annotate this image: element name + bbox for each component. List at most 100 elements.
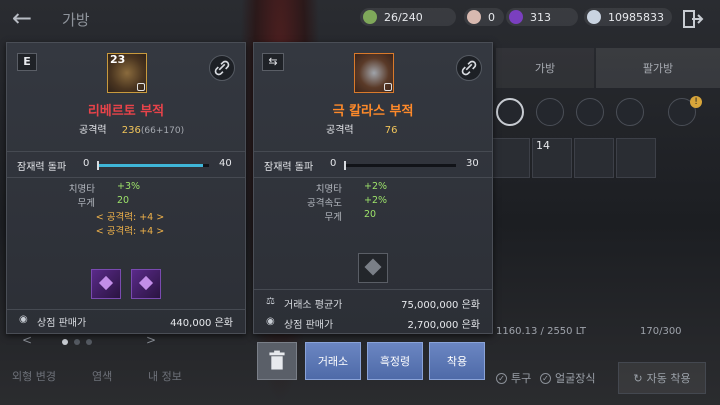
silver-counter: 10985833 <box>584 8 672 26</box>
silver-coin-icon <box>587 10 601 24</box>
empty-socket[interactable] <box>358 253 388 283</box>
equipped-item-card: E 23 리베르토 부적 공격력 236(66+170) 잠재력 돌파 0 40… <box>6 42 246 334</box>
equip-button[interactable]: 착용 <box>429 342 485 380</box>
option-value: +2% <box>364 195 388 206</box>
shop-price-label: 상점 판매가 <box>284 320 334 331</box>
chevron-right-icon[interactable]: > <box>146 333 156 347</box>
crystal-gem-icon[interactable] <box>131 269 161 299</box>
stat-value: 76 <box>384 125 398 136</box>
face-deco-toggle[interactable]: ✓ 얼굴장식 <box>540 370 595 386</box>
market-button[interactable]: 거래소 <box>305 342 361 380</box>
purple-gem-icon <box>509 10 523 24</box>
notification-badge: ! <box>690 96 702 108</box>
divider <box>254 289 492 290</box>
inventory-slot[interactable] <box>490 138 530 178</box>
crystal-sockets <box>91 269 161 299</box>
shop-price-row: ◉ 상점 판매가 2,700,000 은화 <box>254 313 492 333</box>
option-row: 치명타 +2% <box>254 181 492 195</box>
helmet-toggle[interactable]: ✓ 투구 <box>496 370 531 386</box>
potential-breakthrough: 잠재력 돌파 0 30 <box>254 155 492 177</box>
potential-breakthrough: 잠재력 돌파 0 40 <box>7 155 245 177</box>
gem-count-text: 313 <box>530 10 551 24</box>
divider <box>7 177 245 178</box>
potential-min: 0 <box>330 158 337 169</box>
link-icon[interactable] <box>209 55 235 81</box>
shop-price-value: 2,700,000 은화 <box>407 320 480 331</box>
option-value: +2% <box>364 181 388 192</box>
option-row: 공격속도 +2% <box>254 195 492 209</box>
set-effect: < 공격력: +4 > <box>95 226 165 237</box>
inventory-slot[interactable] <box>616 138 656 178</box>
item-name: 극 칼라스 부적 <box>332 104 414 119</box>
my-info-button[interactable]: 내 정보 <box>148 368 182 384</box>
talisman-item-icon <box>354 53 394 93</box>
option-value: 20 <box>117 195 130 206</box>
item-action-bar: 거래소 흑정령 착용 <box>253 338 493 384</box>
auto-equip-button[interactable]: ↻ 자동 착용 <box>618 362 706 394</box>
attack-stat: 공격력 236(66+170) <box>79 121 184 136</box>
market-avg-value: 75,000,000 은화 <box>401 300 480 311</box>
inventory-slot[interactable]: 14 <box>532 138 572 178</box>
market-price-row: ⚖ 거래소 평균가 75,000,000 은화 <box>254 293 492 313</box>
pearl-count-text: 0 <box>488 10 495 24</box>
inventory-slot[interactable] <box>574 138 614 178</box>
ring-filter-icon[interactable] <box>576 98 604 126</box>
option-row: 무게 20 <box>254 209 492 223</box>
trash-icon[interactable] <box>257 342 297 380</box>
bottom-right-controls: ✓ 투구 ✓ 얼굴장식 ↻ 자동 착용 <box>496 362 720 396</box>
appearance-button[interactable]: 외형 변경 <box>12 368 56 384</box>
option-key: 무게 <box>77 198 95 209</box>
potential-max: 40 <box>219 158 232 169</box>
black-spirit-button[interactable]: 흑정령 <box>367 342 423 380</box>
potential-min: 0 <box>83 158 90 169</box>
slot-count: 14 <box>536 139 550 152</box>
enhance-level: 23 <box>110 53 126 66</box>
crystal-gem-icon[interactable] <box>91 269 121 299</box>
item-options: 치명타 +3% 무게 20 < 공격력: +4 > < 공격력: +4 > <box>7 181 245 237</box>
dye-button[interactable]: 염색 <box>92 368 112 384</box>
money-bag-icon: ◉ <box>266 316 275 327</box>
pearl-counter: 0 <box>464 8 504 26</box>
option-key: 무게 <box>324 212 342 223</box>
shop-price-row: ◉ 상점 판매가 440,000 은화 <box>7 311 245 331</box>
potential-label: 잠재력 돌파 <box>264 162 314 173</box>
option-key: 공격속도 <box>307 198 342 209</box>
armor-filter-icon[interactable] <box>536 98 564 126</box>
gem-counter: 313 <box>506 8 578 26</box>
page-title: 가방 <box>62 11 90 29</box>
option-key: 치명타 <box>315 184 342 195</box>
silver-count-text: 10985833 <box>608 10 664 24</box>
lock-icon <box>137 83 145 91</box>
exit-icon[interactable] <box>682 8 704 30</box>
chevron-left-icon[interactable]: < <box>22 333 32 347</box>
slot-count-text: 26/240 <box>384 10 423 24</box>
set-effect: < 공격력: +4 > <box>95 212 165 223</box>
divider <box>7 309 245 310</box>
back-arrow-icon[interactable]: ← <box>12 4 32 32</box>
market-avg-label: 거래소 평균가 <box>284 300 343 311</box>
potential-knob <box>344 161 346 170</box>
top-bar: ← 가방 26/240 0 313 10985833 <box>0 0 720 36</box>
gem-filter-icon[interactable] <box>616 98 644 126</box>
potential-max: 30 <box>466 158 479 169</box>
auto-equip-label: 자동 착용 <box>646 372 691 385</box>
potential-label: 잠재력 돌파 <box>17 162 67 173</box>
stat-value: 236 <box>121 125 141 136</box>
equipped-badge: E <box>17 53 37 71</box>
page-dot <box>62 339 68 345</box>
stat-label: 공격력 <box>326 125 354 136</box>
swap-icon: ⇆ <box>262 53 284 71</box>
check-icon: ✓ <box>496 372 507 384</box>
shop-price-value: 440,000 은화 <box>170 318 233 329</box>
weapon-filter-icon[interactable] <box>496 98 524 126</box>
item-header: E 23 리베르토 부적 공격력 236(66+170) <box>7 43 245 149</box>
divider <box>7 151 245 152</box>
empty-socket-icon <box>364 258 382 276</box>
link-icon[interactable] <box>456 55 482 81</box>
item-header: ⇆ 극 칼라스 부적 공격력 76 <box>254 43 492 149</box>
equip-button-label: 착용 <box>446 355 468 368</box>
tab-pet-bag[interactable]: 팔가방 <box>596 48 720 88</box>
tab-bag[interactable]: 가방 <box>496 48 594 88</box>
helmet-toggle-label: 투구 <box>511 372 532 385</box>
check-icon: ✓ <box>540 372 551 384</box>
